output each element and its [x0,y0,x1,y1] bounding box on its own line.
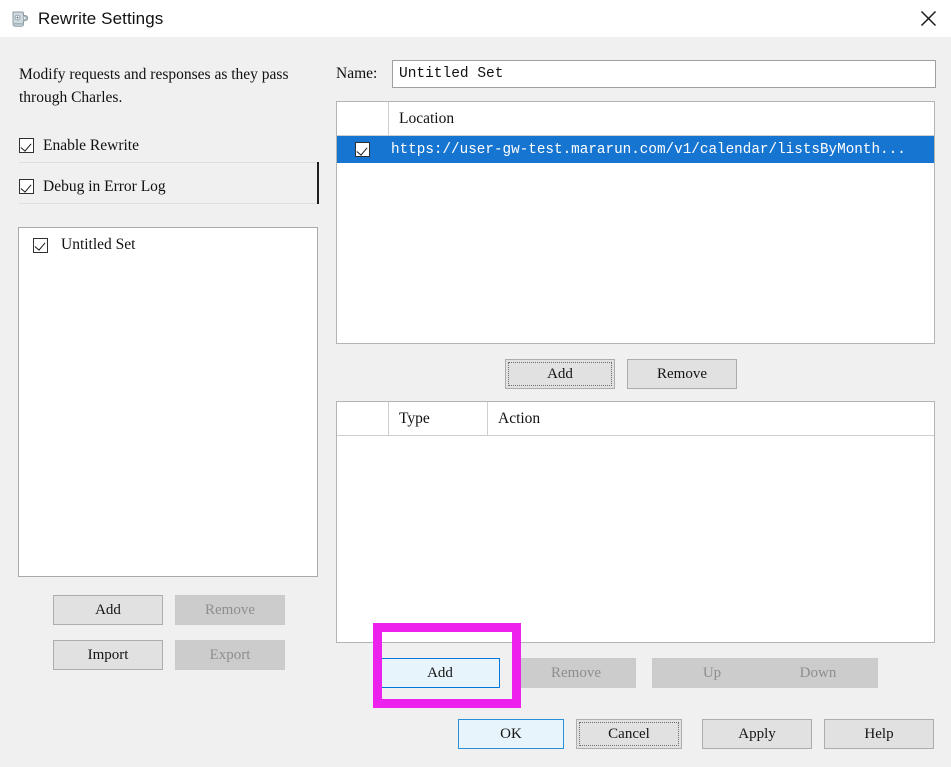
checkmark-icon [355,142,370,157]
cancel-button[interactable]: Cancel [576,719,682,749]
list-item[interactable]: Untitled Set [19,232,317,258]
help-button[interactable]: Help [824,719,934,749]
move-rule-down-button: Down [758,658,878,688]
name-row: Name: [336,60,936,88]
checkmark-icon [19,138,34,153]
remove-set-button: Remove [175,595,285,625]
location-column-header: Location [399,109,455,127]
rules-table[interactable]: Type Action [336,401,935,643]
checkbox-debug-in-error-log[interactable]: Debug in Error Log [19,170,317,204]
apply-button[interactable]: Apply [702,719,812,749]
ok-button[interactable]: OK [458,719,564,749]
export-button: Export [175,640,285,670]
right-panel: Name: Location https://user-gw-test.mara… [320,37,951,767]
dialog-body: Modify requests and responses as they pa… [0,37,951,767]
add-set-button[interactable]: Add [53,595,163,625]
name-input[interactable] [392,60,936,88]
location-table[interactable]: Location https://user-gw-test.mararun.co… [336,101,935,344]
location-table-header: Location [337,102,934,136]
rewrite-sets-list[interactable]: Untitled Set [18,227,318,577]
checkbox-debug-in-error-log-label: Debug in Error Log [43,177,166,195]
checkmark-icon [33,237,48,253]
import-button[interactable]: Import [53,640,163,670]
window-title: Rewrite Settings [38,8,164,28]
location-row-url: https://user-gw-test.mararun.com/v1/cale… [391,141,906,158]
add-location-button[interactable]: Add [505,359,615,389]
name-label: Name: [336,65,378,82]
location-row-checkbox-cell[interactable] [337,142,388,157]
charles-pitcher-icon [9,8,29,30]
rules-table-header: Type Action [337,402,934,436]
remove-location-button[interactable]: Remove [627,359,737,389]
checkbox-enable-rewrite[interactable]: Enable Rewrite [19,129,317,163]
location-checkbox-column-header [337,102,389,135]
remove-rule-button: Remove [516,658,636,688]
table-row[interactable]: https://user-gw-test.mararun.com/v1/cale… [337,136,934,163]
intro-description: Modify requests and responses as they pa… [19,66,289,106]
add-rule-button[interactable]: Add [380,658,500,688]
panel-splitter-handle[interactable] [317,162,319,204]
rules-checkbox-column-header [337,402,389,435]
title-bar: Rewrite Settings [0,0,951,37]
close-icon[interactable] [905,0,951,37]
action-column-header: Action [498,409,541,427]
rewrite-set-label: Untitled Set [61,236,136,253]
checkmark-icon [19,179,34,194]
checkbox-enable-rewrite-label: Enable Rewrite [43,136,139,154]
move-rule-up-button: Up [652,658,772,688]
left-panel: Modify requests and responses as they pa… [0,37,320,767]
type-column-header: Type [389,402,488,435]
